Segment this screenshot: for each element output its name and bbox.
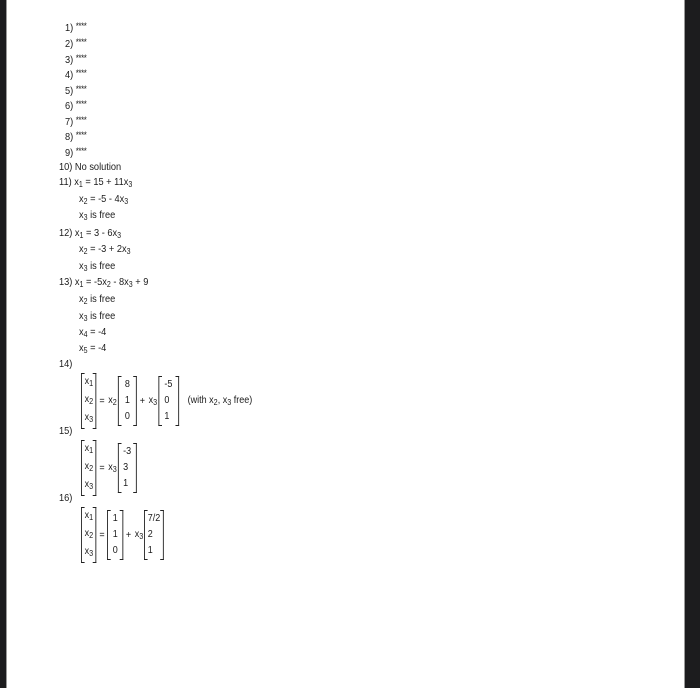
answer-4: 4) **** bbox=[65, 68, 87, 81]
answer-11-line-2: x2 = -5 - 4x3 bbox=[79, 193, 129, 206]
coefficient: x3 bbox=[148, 395, 158, 407]
answer-7: 7) **** bbox=[65, 115, 87, 128]
answer-12-line-2: x2 = -3 + 2x3 bbox=[79, 243, 131, 256]
vector-0: 110 bbox=[107, 510, 124, 560]
answer-12-line-1: 12) x1 = 3 - 6x3 bbox=[59, 227, 122, 240]
answer-13-line-5: x5 = -4 bbox=[79, 342, 107, 355]
answer-15-equation: x1 x2 x3 = x3 -3 3 1 bbox=[81, 440, 137, 496]
document-page: 1) **** 2) **** 3) **** 4) **** 5) **** … bbox=[6, 0, 685, 688]
free-variable-note: (with x2, x3 free) bbox=[187, 395, 253, 407]
coefficient: x3 bbox=[108, 462, 117, 474]
answer-13-line-2: x2 is free bbox=[79, 293, 116, 306]
coefficient: x2 bbox=[108, 395, 117, 407]
answer-13-line-4: x4 = -4 bbox=[79, 326, 107, 339]
answer-2: 2) **** bbox=[65, 37, 87, 50]
answer-10: 10) No solution bbox=[59, 161, 122, 173]
coefficient: x3 bbox=[134, 529, 144, 541]
plus-sign: + bbox=[125, 529, 132, 541]
lhs-vector: x1 x2 x3 bbox=[81, 507, 97, 563]
answer-14-equation: x1 x2 x3 = x2 810 + x3 -5 0 1 (with x2, x3 f… bbox=[81, 373, 252, 429]
answer-16-label: 16) bbox=[59, 492, 73, 504]
vector-1: 7/2 2 1 bbox=[144, 510, 164, 560]
answer-15-label: 15) bbox=[59, 425, 73, 437]
plus-sign: + bbox=[139, 395, 146, 407]
vector-1: -3 3 1 bbox=[117, 443, 137, 493]
answer-16-equation: x1 x2 x3 = 110 + x3 7/2 2 1 bbox=[81, 507, 164, 563]
answer-14-label: 14) bbox=[59, 358, 73, 370]
lhs-vector: x1 x2 x3 bbox=[81, 440, 97, 496]
answer-3: 3) **** bbox=[65, 53, 87, 66]
answer-9: 9) **** bbox=[65, 146, 87, 159]
answer-8: 8) **** bbox=[65, 130, 87, 143]
lhs-vector: x1 x2 x3 bbox=[81, 373, 97, 429]
equals-sign: = bbox=[99, 529, 105, 541]
answer-13-line-1: 13) x1 = -5x2 - 8x3 + 9 bbox=[59, 276, 149, 289]
answer-11-line-3: x3 is free bbox=[79, 209, 116, 222]
equals-sign: = bbox=[99, 395, 105, 407]
answer-1: 1) **** bbox=[65, 21, 87, 34]
answer-6: 6) **** bbox=[65, 99, 87, 112]
answer-5: 5) **** bbox=[65, 84, 87, 97]
vector-2: -5 0 1 bbox=[158, 376, 179, 426]
equals-sign: = bbox=[99, 462, 105, 474]
answer-12-line-3: x3 is free bbox=[79, 260, 116, 273]
answer-11-line-1: 11) x1 = 15 + 11x3 bbox=[59, 176, 133, 189]
vector-1: 810 bbox=[117, 376, 138, 426]
answer-13-line-3: x3 is free bbox=[79, 310, 116, 323]
